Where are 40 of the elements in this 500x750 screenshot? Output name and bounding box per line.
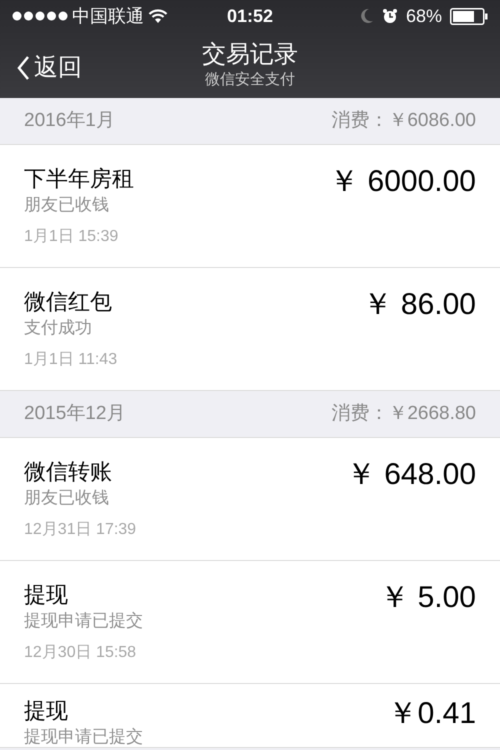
month-label: 2015年12月: [24, 402, 126, 426]
transaction-row[interactable]: 提现 提现申请已提交 ￥0.41: [0, 684, 500, 748]
transaction-date: 12月31日 17:39: [24, 520, 136, 540]
transaction-status: 提现申请已提交: [24, 726, 143, 748]
transaction-amount: ￥ 86.00: [362, 289, 476, 323]
transaction-amount: ￥ 5.00: [379, 582, 476, 616]
page-title: 交易记录: [202, 40, 298, 70]
carrier-name: 中国联通: [72, 4, 144, 28]
month-label: 2016年1月: [24, 108, 115, 133]
transaction-row[interactable]: 下半年房租 朋友已收钱 1月1日 15:39 ￥ 6000.00: [0, 145, 500, 268]
battery-icon: [450, 8, 488, 24]
transaction-title: 下半年房租: [24, 165, 134, 193]
chevron-left-icon: [16, 55, 30, 81]
transaction-title: 提现: [24, 697, 69, 725]
transaction-status: 朋友已收钱: [24, 194, 110, 216]
transaction-date: 1月1日 15:39: [24, 227, 120, 247]
transaction-title: 提现: [24, 581, 69, 609]
transaction-status: 提现申请已提交: [24, 610, 143, 632]
transaction-row[interactable]: 微信转账 朋友已收钱 12月31日 17:39 ￥ 648.00: [0, 438, 500, 561]
month-total: 消费：￥6086.00: [331, 108, 476, 133]
transaction-title: 微信红包: [24, 288, 113, 316]
page-subtitle: 微信安全支付: [205, 70, 295, 90]
month-total: 消费：￥2668.80: [331, 402, 476, 426]
battery-percent: 68%: [406, 4, 442, 28]
back-button[interactable]: 返回: [16, 50, 82, 86]
moon-icon: [360, 8, 374, 24]
transaction-date: 12月30日 15:58: [24, 643, 138, 663]
transaction-row[interactable]: 提现 提现申请已提交 12月30日 15:58 ￥ 5.00: [0, 561, 500, 684]
transaction-status: 支付成功: [24, 317, 93, 339]
transaction-status: 朋友已收钱: [24, 487, 110, 509]
transaction-row[interactable]: 微信红包 支付成功 1月1日 11:43 ￥ 86.00: [0, 268, 500, 391]
transaction-amount: ￥ 6000.00: [329, 166, 476, 200]
transaction-title: 微信转账: [24, 458, 113, 486]
clock-time: 01:52: [226, 4, 274, 28]
signal-icon: [12, 11, 68, 21]
transaction-amount: ￥0.41: [388, 698, 476, 732]
transaction-date: 1月1日 11:43: [24, 350, 118, 370]
transaction-amount: ￥ 648.00: [346, 459, 476, 493]
wifi-icon: [148, 8, 168, 24]
alarm-clock-icon: [382, 8, 398, 24]
